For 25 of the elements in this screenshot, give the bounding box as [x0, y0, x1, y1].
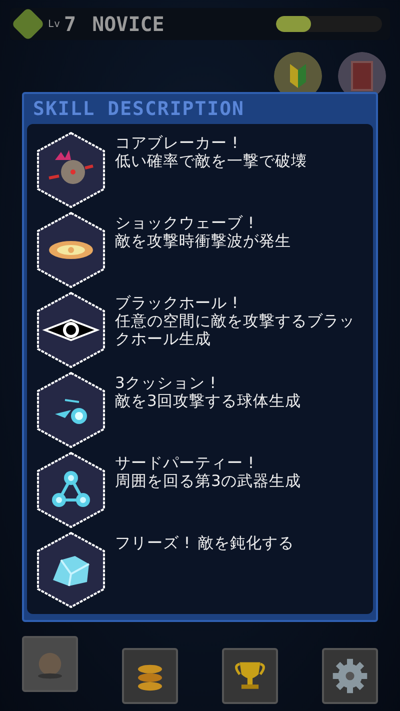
level-number: 7 — [64, 11, 76, 38]
skill-description: 任意の空間に敵を攻撃するブラックホール生成 — [115, 312, 356, 348]
skill-name: 3クッション ! — [115, 374, 218, 392]
skill-name: サードパーティー ! — [115, 454, 256, 472]
three-orbs-icon — [35, 450, 107, 530]
nav-button[interactable] — [322, 648, 378, 704]
skill-name: ショックウェーブ ! — [115, 214, 256, 232]
skill-description: 周囲を回る第3の武器生成 — [115, 472, 301, 490]
skill-name: コアブレーカー ! — [115, 134, 240, 152]
skill-name: フリーズ ! — [115, 534, 190, 552]
skill-name: ブラックホール ! — [115, 294, 240, 312]
nav-button[interactable] — [122, 648, 178, 704]
skill-description: 低い確率で敵を一撃で破壊 — [115, 152, 307, 170]
dialog-title: SKILL DESCRIPTION — [32, 97, 246, 122]
meteor-icon — [35, 130, 107, 210]
level-label: Lv — [48, 18, 60, 32]
skill-description: 敵を攻撃時衝撃波が発生 — [115, 232, 291, 250]
skill-description: 敵を鈍化する — [198, 534, 294, 552]
skill-description: 敵を3回攻撃する球体生成 — [115, 392, 301, 410]
eye-ring-icon — [35, 210, 107, 290]
vortex-eye-icon — [35, 290, 107, 370]
ice-crystal-icon — [35, 530, 107, 610]
gem-icon — [11, 7, 45, 41]
nav-button[interactable] — [222, 648, 278, 704]
rank-title: NOVICE — [92, 11, 164, 38]
